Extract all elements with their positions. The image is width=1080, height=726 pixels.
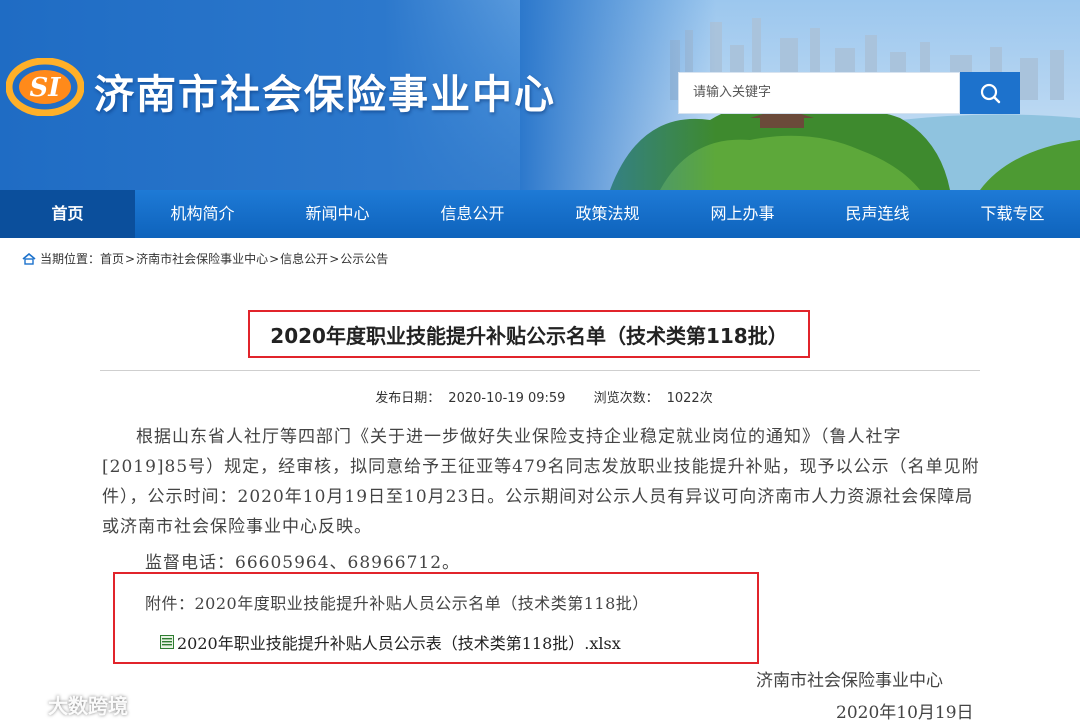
nav-item-home[interactable]: 首页	[0, 190, 135, 238]
nav-item-public-voice[interactable]: 民声连线	[810, 190, 945, 238]
attachment-label: 附件：2020年度职业技能提升补贴人员公示名单（技术类第118批）	[145, 594, 649, 613]
nav-item-online-service[interactable]: 网上办事	[675, 190, 810, 238]
watermark-logo-icon	[10, 696, 43, 713]
article-title: 2020年度职业技能提升补贴公示名单（技术类第118批）	[270, 323, 788, 348]
watermark-text: 大数跨境	[48, 694, 128, 718]
breadcrumb-info[interactable]: 信息公开	[280, 250, 328, 267]
title-divider	[100, 370, 980, 371]
publish-date-label: 发布日期：	[375, 391, 441, 406]
svg-text:SI: SI	[30, 73, 62, 103]
attachment-link[interactable]: 2020年职业技能提升补贴人员公示表（技术类第118批）.xlsx	[160, 630, 621, 654]
signature-date: 2020年10月19日	[836, 703, 974, 723]
excel-file-icon	[160, 635, 174, 649]
signature-org: 济南市社会保险事业中心	[756, 671, 943, 691]
site-title: 济南市社会保险事业中心	[94, 72, 556, 118]
article-meta: 发布日期： 2020-10-19 09:59 浏览次数： 1022次	[0, 387, 1080, 406]
si-logo-icon: SI	[6, 58, 84, 116]
breadcrumb: 当期位置： 首页 > 济南市社会保险事业中心 > 信息公开 > 公示公告	[22, 250, 388, 267]
attachment-filename[interactable]: 2020年职业技能提升补贴人员公示表（技术类第118批）.xlsx	[177, 630, 621, 654]
search-button[interactable]	[960, 72, 1020, 114]
nav-item-info-disclosure[interactable]: 信息公开	[405, 190, 540, 238]
breadcrumb-home[interactable]: 首页	[100, 250, 124, 267]
breadcrumb-separator: >	[269, 251, 280, 266]
title-highlight-box: 2020年度职业技能提升补贴公示名单（技术类第118批）	[248, 310, 810, 358]
nav-item-news[interactable]: 新闻中心	[270, 190, 405, 238]
view-count: 1022次	[666, 391, 713, 406]
watermark: 大数跨境	[10, 690, 128, 719]
home-icon	[22, 252, 36, 265]
breadcrumb-notices[interactable]: 公示公告	[340, 250, 388, 267]
breadcrumb-separator: >	[125, 251, 136, 266]
publish-date: 2020-10-19 09:59	[448, 391, 566, 406]
nav-item-policy[interactable]: 政策法规	[540, 190, 675, 238]
breadcrumb-org[interactable]: 济南市社会保险事业中心	[136, 250, 268, 267]
header-banner: SI 济南市社会保险事业中心 请输入关键字	[0, 0, 1080, 190]
breadcrumb-separator: >	[329, 251, 340, 266]
article-body: 根据山东省人社厅等四部门《关于进一步做好失业保险支持企业稳定就业岗位的通知》（鲁…	[102, 427, 980, 537]
breadcrumb-prefix: 当期位置：	[40, 252, 101, 266]
view-count-label: 浏览次数：	[593, 391, 659, 406]
search-input[interactable]: 请输入关键字	[678, 72, 960, 114]
supervision-phone: 监督电话：66605964、68966712。	[145, 553, 461, 573]
nav-item-about[interactable]: 机构简介	[135, 190, 270, 238]
search-icon	[980, 83, 1001, 104]
main-nav: 首页 机构简介 新闻中心 信息公开 政策法规 网上办事 民声连线 下载专区	[0, 190, 1080, 238]
nav-item-downloads[interactable]: 下载专区	[945, 190, 1080, 238]
